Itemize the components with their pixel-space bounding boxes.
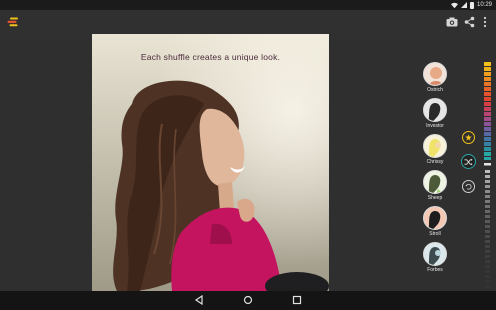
back-icon[interactable] [194,295,204,305]
status-bar: 10:29 [0,0,496,10]
intensity-remaining-track [485,170,490,288]
status-time: 10:29 [476,2,492,8]
more-icon[interactable] [482,16,488,28]
signal-icon [460,2,467,8]
reset-icon [465,183,472,190]
intensity-slider[interactable] [484,62,491,292]
preset-sheep[interactable]: Sheep [420,170,450,201]
star-icon [465,134,472,141]
favorite-button[interactable] [462,131,475,144]
app-logo[interactable] [7,17,19,27]
portrait-thumbnail-icon [428,103,441,121]
home-icon[interactable] [243,295,253,305]
shuffle-button[interactable] [461,154,476,169]
photo-canvas[interactable]: Each shuffle creates a unique look. [92,34,329,291]
app-bar [0,10,496,34]
preset-thumbnail [423,170,447,194]
preset-thumbnail [423,98,447,122]
share-icon[interactable] [464,16,475,28]
preset-investor[interactable]: Investor [420,98,450,129]
preset-thumbnail [423,62,447,86]
camera-icon[interactable] [446,16,458,28]
preset-label: Investor [426,123,444,129]
preset-ostrich[interactable]: Ostrich [420,62,450,93]
portrait-thumbnail-icon [428,139,441,157]
slider-thumb[interactable] [484,163,491,166]
shuffle-icon [464,158,473,165]
portrait-thumbnail-icon [428,247,441,265]
portrait-thumbnail-icon [428,175,442,193]
status-icons: 10:29 [450,0,492,10]
preset-thumbnail [423,134,447,158]
recent-apps-icon[interactable] [292,295,302,305]
preset-label: Sheep [427,195,443,201]
preset-thumbnail [423,242,447,266]
preset-label: Ostrich [427,87,443,93]
preset-label: Forbes [427,267,443,273]
battery-icon [469,1,474,9]
shuffle-tip-text: Each shuffle creates a unique look. [140,52,281,62]
preset-label: Stroll [429,231,441,237]
preset-forbes[interactable]: Forbes [420,242,450,273]
reset-button[interactable] [462,180,475,193]
screen: 10:29 Each shuffle creates a unique look… [0,0,496,310]
intensity-color-scale [484,62,491,160]
portrait-thumbnail-icon [428,67,444,85]
preset-thumbnail [423,206,447,230]
preset-label: Chrissy [426,159,444,165]
preset-stroll[interactable]: Stroll [420,206,450,237]
portrait-thumbnail-icon [428,211,441,229]
portrait-photo [92,34,329,291]
wifi-icon [450,2,458,8]
preset-chrissy[interactable]: Chrissy [420,134,450,165]
system-nav-bar [0,291,496,310]
